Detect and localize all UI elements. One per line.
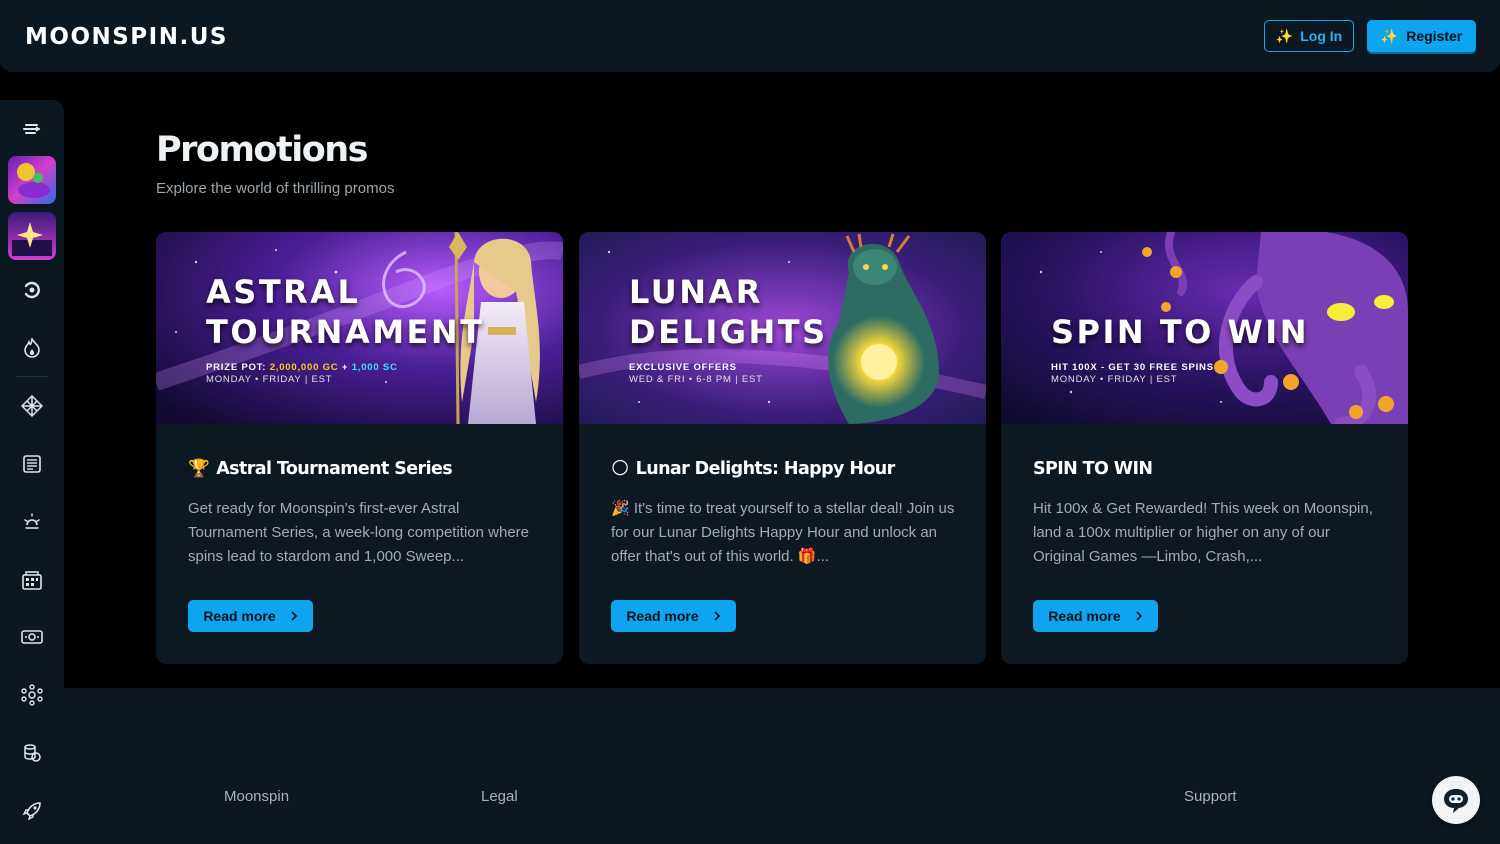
page-title: Promotions xyxy=(156,130,369,170)
news-icon[interactable] xyxy=(17,449,47,479)
sparkle-icon: ✨ xyxy=(1275,28,1294,44)
register-button[interactable]: ✨ Register xyxy=(1367,20,1476,52)
chevron-right-icon xyxy=(714,611,720,621)
read-more-label: Read more xyxy=(1048,608,1121,624)
page-subtitle: Explore the world of thrilling promos xyxy=(156,180,395,197)
hot-flame-icon[interactable] xyxy=(17,333,47,363)
sidebar xyxy=(0,100,64,844)
read-more-button[interactable]: Read more xyxy=(1033,600,1158,632)
promo-title-text: SPIN TO WIN xyxy=(1033,459,1153,479)
banner-schedule: MONDAY • FRIDAY | EST xyxy=(1051,374,1178,385)
top-header: MOONSPIN.US ✨ Log In ✨ Register xyxy=(0,0,1500,72)
banner-prize-pot: PRIZE POT: 2,000,000 GC + 1,000 SC xyxy=(206,362,398,373)
login-label: Log In xyxy=(1300,28,1343,44)
banner-title-line1: ASTRAL xyxy=(206,273,361,311)
promo-description: Hit 100x & Get Rewarded! This week on Mo… xyxy=(1033,500,1373,565)
banner-title-line2: TOURNAMENT xyxy=(206,313,485,351)
chevron-right-icon xyxy=(1136,611,1142,621)
promo-card-spin-to-win[interactable]: SPIN TO WIN HIT 100X - GET 30 FREE SPINS… xyxy=(1001,232,1408,664)
banner-title-line1: LUNAR xyxy=(629,273,763,311)
chat-bot-icon xyxy=(1444,789,1468,813)
recent-icon[interactable] xyxy=(17,275,47,305)
banner-schedule: WED & FRI • 6-8 PM | EST xyxy=(629,374,763,385)
game-thumbnail-1[interactable] xyxy=(8,156,56,204)
promo-title-text: Lunar Delights: Happy Hour xyxy=(635,459,896,479)
promo-description: 🎉 It's time to treat yourself to a stell… xyxy=(611,500,955,565)
full-moon-icon: 🌕 xyxy=(611,459,629,479)
promo-card-astral[interactable]: ASTRAL TOURNAMENT PRIZE POT: 2,000,000 G… xyxy=(156,232,563,664)
site-logo[interactable]: MOONSPIN.US xyxy=(25,24,228,50)
game-thumbnail-2[interactable] xyxy=(8,212,56,260)
banner-schedule: MONDAY • FRIDAY | EST xyxy=(206,374,333,385)
promo-banner-astral[interactable]: ASTRAL TOURNAMENT PRIZE POT: 2,000,000 G… xyxy=(156,232,563,424)
read-more-button[interactable]: Read more xyxy=(188,600,313,632)
banner-offer: HIT 100X - GET 30 FREE SPINS xyxy=(1051,362,1214,373)
sun-icon[interactable] xyxy=(17,506,47,536)
footer-heading-support: Support xyxy=(1184,788,1237,805)
rocket-icon[interactable] xyxy=(17,796,47,826)
casino-building-icon[interactable] xyxy=(17,565,47,595)
promo-title: 🏆 Astral Tournament Series xyxy=(188,459,453,479)
read-more-button[interactable]: Read more xyxy=(611,600,736,632)
footer: Moonspin Legal Support xyxy=(64,688,1500,844)
cash-icon[interactable] xyxy=(17,622,47,652)
chat-support-button[interactable] xyxy=(1432,776,1480,824)
community-icon[interactable] xyxy=(17,680,47,710)
promo-banner-spin-to-win[interactable]: SPIN TO WIN HIT 100X - GET 30 FREE SPINS… xyxy=(1001,232,1408,424)
banner-title-line2: DELIGHTS xyxy=(629,313,828,351)
menu-collapse-icon[interactable] xyxy=(17,114,47,144)
sparkle-icon: ✨ xyxy=(1380,28,1399,44)
read-more-label: Read more xyxy=(203,608,276,624)
banner-offers: EXCLUSIVE OFFERS xyxy=(629,362,737,373)
promo-title: SPIN TO WIN xyxy=(1033,459,1153,479)
login-button[interactable]: ✨ Log In xyxy=(1264,20,1354,52)
banner-title-line1: SPIN TO WIN xyxy=(1051,313,1309,351)
diamond-icon[interactable] xyxy=(17,391,47,421)
promo-title: 🌕 Lunar Delights: Happy Hour xyxy=(611,459,895,479)
promo-card-lunar[interactable]: LUNAR DELIGHTS EXCLUSIVE OFFERS WED & FR… xyxy=(579,232,986,664)
register-label: Register xyxy=(1406,28,1463,44)
promo-title-text: Astral Tournament Series xyxy=(216,459,453,479)
chevron-right-icon xyxy=(291,611,297,621)
trophy-icon: 🏆 xyxy=(188,459,210,479)
promo-description: Get ready for Moonspin's first-ever Astr… xyxy=(188,500,530,565)
coins-icon[interactable] xyxy=(17,738,47,768)
sidebar-divider xyxy=(16,376,48,377)
read-more-label: Read more xyxy=(626,608,699,624)
promo-banner-lunar[interactable]: LUNAR DELIGHTS EXCLUSIVE OFFERS WED & FR… xyxy=(579,232,986,424)
footer-heading-moonspin: Moonspin xyxy=(224,788,290,805)
footer-heading-legal: Legal xyxy=(481,788,518,805)
